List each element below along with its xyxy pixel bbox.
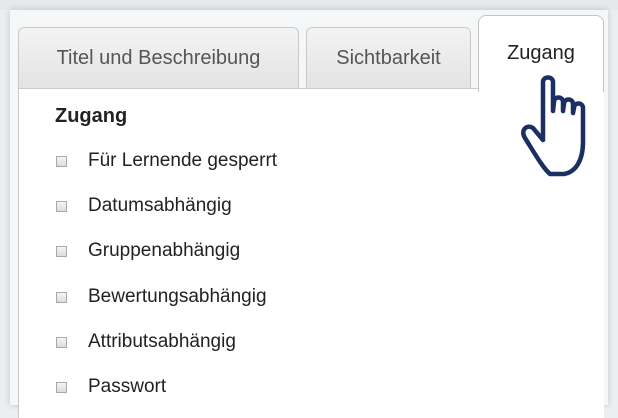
checkbox[interactable]	[56, 291, 67, 303]
option-label: Passwort	[88, 376, 167, 397]
option-bewertungsabhaengig[interactable]: Bewertungsabhängig	[55, 283, 267, 311]
option-passwort[interactable]: Passwort	[55, 373, 166, 401]
background-strip	[0, 0, 618, 10]
option-fuer-lernende-gesperrt[interactable]: Für Lernende gesperrt	[55, 147, 277, 175]
checkbox[interactable]	[56, 381, 67, 393]
hand-pointer-icon	[518, 72, 590, 181]
tab-sichtbarkeit[interactable]: Sichtbarkeit	[306, 27, 471, 89]
tab-label: Sichtbarkeit	[336, 47, 441, 69]
checkbox[interactable]	[56, 336, 67, 348]
option-gruppenabhaengig[interactable]: Gruppenabhängig	[55, 237, 240, 265]
option-label: Für Lernende gesperrt	[88, 150, 278, 171]
section-title: Zugang	[55, 105, 128, 127]
option-label: Bewertungsabhängig	[88, 286, 267, 307]
tab-label: Titel und Beschreibung	[56, 47, 261, 69]
checkbox[interactable]	[56, 200, 67, 212]
checkbox[interactable]	[56, 155, 67, 167]
checkbox[interactable]	[56, 245, 67, 257]
option-label: Datumsabhängig	[88, 195, 232, 216]
option-datumsabhaengig[interactable]: Datumsabhängig	[55, 192, 232, 220]
tab-label: Zugang	[507, 42, 575, 64]
zugang-panel: Zugang Für Lernende gesperrt Datumsabhän…	[18, 88, 604, 418]
tab-titel-und-beschreibung[interactable]: Titel und Beschreibung	[18, 27, 299, 89]
option-label: Gruppenabhängig	[88, 240, 241, 261]
option-attributsabhaengig[interactable]: Attributsabhängig	[55, 328, 236, 356]
option-label: Attributsabhängig	[88, 331, 236, 352]
